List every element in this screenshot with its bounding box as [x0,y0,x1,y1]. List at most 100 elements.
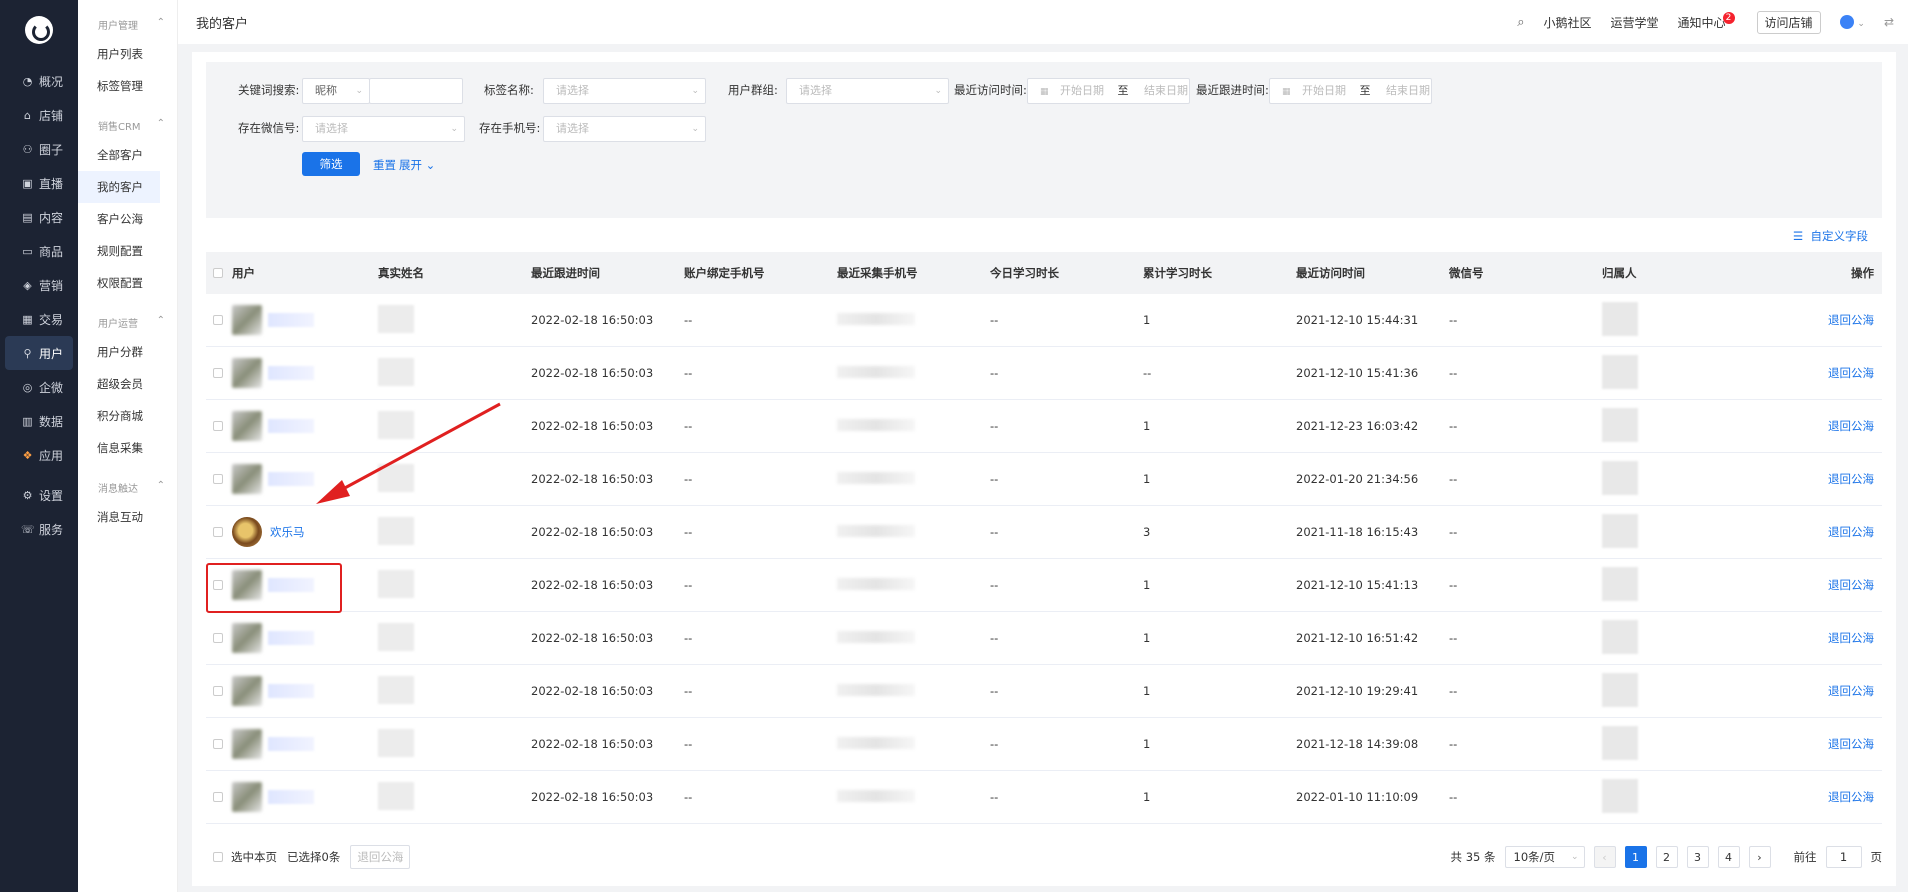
sidebar-item[interactable]: 消息互动 [78,501,160,533]
page-size-select[interactable]: 10条/页 ⌄ [1504,846,1585,868]
rail-item[interactable]: ▣ 直播 [5,166,73,200]
return-to-pool-link[interactable]: 退回公海 [1828,313,1874,327]
return-to-pool-link[interactable]: 退回公海 [1828,419,1874,433]
return-to-pool-link[interactable]: 退回公海 [1828,631,1874,645]
sidebar-item[interactable]: 积分商城 [78,400,160,432]
academy-link[interactable]: 运营学堂 [1611,14,1659,31]
row-checkbox[interactable] [213,474,223,484]
rail-item[interactable]: ⚙ 设置 [5,478,73,512]
keyword-type-select[interactable]: 昵称 ⌄ [302,78,370,104]
app-logo[interactable] [25,16,53,44]
keyword-input[interactable] [369,78,463,104]
rail-item[interactable]: ▦ 交易 [5,302,73,336]
rail-item[interactable]: ◔ 概况 [5,64,73,98]
wechat-select[interactable]: 请选择 ⌄ [302,116,465,142]
goto-page-input[interactable]: 1 [1825,846,1862,868]
rail-item[interactable]: ⚲ 用户 [5,336,73,370]
sidebar-item[interactable]: 标签管理 [78,70,160,102]
follow-end-date[interactable]: 结束日期 [1386,84,1430,97]
rail-item[interactable]: ▭ 商品 [5,234,73,268]
reset-button[interactable]: 重置 [373,157,396,173]
rail-item[interactable]: ⌂ 店铺 [5,98,73,132]
user-name-blurred[interactable] [268,313,314,327]
sidebar-item[interactable]: 用户分群 [78,336,160,368]
page-button[interactable]: 4 [1717,846,1740,868]
user-name-blurred[interactable] [268,419,314,433]
rail-item[interactable]: ◈ 营销 [5,268,73,302]
rail-item[interactable]: ☏ 服务 [5,512,73,546]
sidebar-group-title[interactable]: 消息触达 ⌃ [78,464,177,501]
user-avatar[interactable] [232,358,262,388]
return-to-pool-link[interactable]: 退回公海 [1828,578,1874,592]
search-icon[interactable]: ⌕ [1517,15,1524,30]
return-to-pool-link[interactable]: 退回公海 [1828,525,1874,539]
rail-item[interactable]: ⚇ 圈子 [5,132,73,166]
user-avatar[interactable] [232,782,262,812]
sidebar-item[interactable]: 全部客户 [78,139,160,171]
expand-button[interactable]: 展开 ⌄ [399,157,435,173]
page-button[interactable]: 3 [1686,846,1709,868]
user-name-blurred[interactable] [268,737,314,751]
rail-item[interactable]: ▥ 数据 [5,404,73,438]
user-avatar[interactable] [232,729,262,759]
community-link[interactable]: 小鹅社区 [1544,14,1592,31]
sidebar-item[interactable]: 规则配置 [78,235,160,267]
select-page-checkbox[interactable] [213,852,223,862]
user-name-blurred[interactable] [268,366,314,380]
sidebar-group-title[interactable]: 用户运营 ⌃ [78,299,177,336]
user-name-blurred[interactable] [268,684,314,698]
select-all-checkbox[interactable] [213,268,223,278]
sidebar-group-title[interactable]: 销售CRM ⌃ [78,102,177,139]
user-avatar[interactable] [232,464,262,494]
row-checkbox[interactable] [213,686,223,696]
visit-start-date[interactable]: 开始日期 [1060,84,1104,97]
account-menu[interactable]: ⌄ [1839,15,1865,30]
phone-select[interactable]: 请选择 ⌄ [543,116,706,142]
custom-field-button[interactable]: ☰ 自定义字段 [1793,228,1868,244]
next-page-button[interactable]: › [1748,846,1771,868]
user-name-blurred[interactable] [268,578,314,592]
sidebar-item[interactable]: 权限配置 [78,267,160,299]
bulk-return-button[interactable]: 退回公海 [350,845,411,869]
row-checkbox[interactable] [213,739,223,749]
user-avatar[interactable] [232,411,262,441]
group-select[interactable]: 请选择 ⌄ [786,78,949,104]
filter-button[interactable]: 筛选 [302,152,360,176]
prev-page-button[interactable]: ‹ [1593,846,1616,868]
sidebar-item[interactable]: 用户列表 [78,38,160,70]
rail-item[interactable]: ▤ 内容 [5,200,73,234]
return-to-pool-link[interactable]: 退回公海 [1828,790,1874,804]
follow-start-date[interactable]: 开始日期 [1302,84,1346,97]
visit-store-button[interactable]: 访问店铺 [1756,10,1821,34]
row-checkbox[interactable] [213,368,223,378]
row-checkbox[interactable] [213,527,223,537]
sidebar-item[interactable]: 我的客户 [78,171,160,203]
row-checkbox[interactable] [213,421,223,431]
page-button[interactable]: 2 [1655,846,1678,868]
user-avatar[interactable] [232,305,262,335]
visit-date-range[interactable]: ▦ 开始日期 至 结束日期 [1027,78,1190,104]
return-to-pool-link[interactable]: 退回公海 [1828,684,1874,698]
tag-select[interactable]: 请选择 ⌄ [543,78,706,104]
sidebar-item[interactable]: 超级会员 [78,368,160,400]
user-avatar[interactable] [232,570,262,600]
user-name-link[interactable]: 欢乐马 [270,524,305,540]
return-to-pool-link[interactable]: 退回公海 [1828,472,1874,486]
user-avatar[interactable] [232,676,262,706]
rail-item[interactable]: ◎ 企微 [5,370,73,404]
row-checkbox[interactable] [213,315,223,325]
user-name-blurred[interactable] [268,790,314,804]
follow-date-range[interactable]: ▦ 开始日期 至 结束日期 [1269,78,1432,104]
user-avatar[interactable] [232,623,262,653]
row-checkbox[interactable] [213,792,223,802]
row-checkbox[interactable] [213,580,223,590]
sidebar-group-title[interactable]: 用户管理 ⌃ [78,0,177,38]
notice-link[interactable]: 通知中心2 [1678,11,1738,31]
switch-icon[interactable]: ⇄ [1884,15,1894,29]
return-to-pool-link[interactable]: 退回公海 [1828,366,1874,380]
sidebar-item[interactable]: 信息采集 [78,432,160,464]
user-name-blurred[interactable] [268,631,314,645]
user-avatar[interactable] [232,517,262,547]
return-to-pool-link[interactable]: 退回公海 [1828,737,1874,751]
rail-item[interactable]: ❖ 应用 [5,438,73,472]
